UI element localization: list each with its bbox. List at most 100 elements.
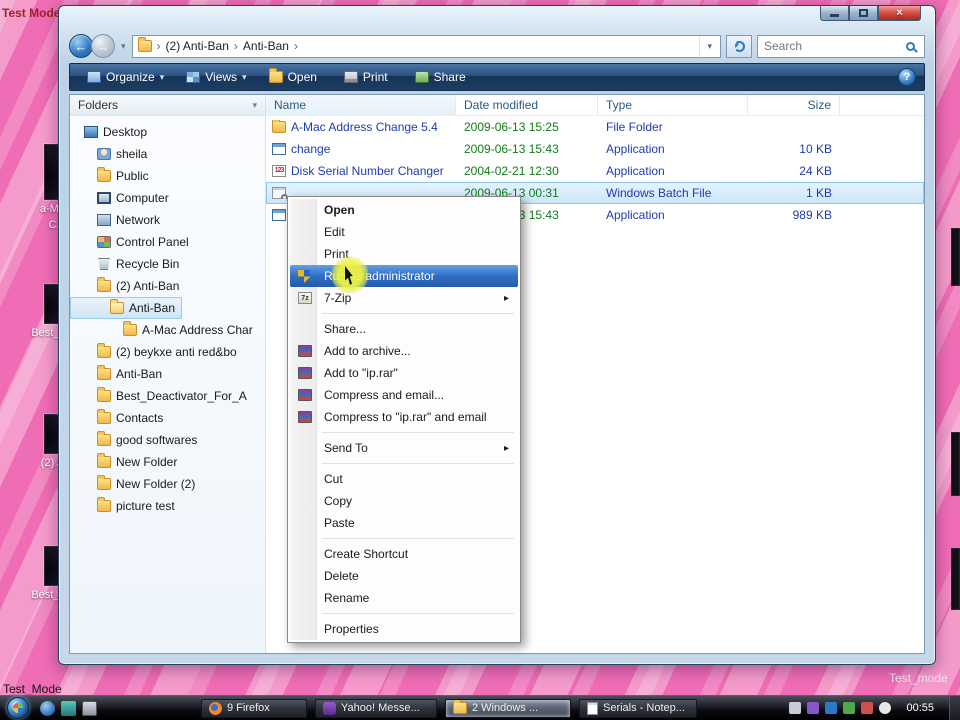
context-menu-item[interactable]: 7-Zip ▸ (290, 287, 518, 309)
search-input[interactable] (764, 39, 902, 53)
tree-item[interactable]: New Folder (2) (70, 473, 202, 495)
file-icon (272, 143, 286, 155)
folders-collapse-icon[interactable]: ▾ (252, 100, 257, 111)
tree-item[interactable]: Control Panel (70, 231, 196, 253)
file-size: 10 KB (748, 142, 840, 156)
toolbar-button[interactable]: Open (260, 67, 331, 87)
quick-launch-icon[interactable] (40, 701, 55, 716)
context-menu-item[interactable]: Add to archive... (290, 340, 518, 362)
taskbar-clock: 00:55 (897, 702, 943, 714)
context-menu-item[interactable]: Cut (290, 468, 518, 490)
breadcrumb[interactable]: › (2) Anti-Ban › Anti-Ban › ▾ (132, 35, 721, 58)
help-button[interactable]: ? (898, 68, 916, 86)
context-menu-item[interactable]: Properties (290, 618, 518, 640)
tree-item[interactable]: (2) beykxe anti red&bo (70, 341, 244, 363)
quick-launch-icon[interactable] (61, 701, 76, 716)
recent-pages-dropdown-icon[interactable]: ▾ (121, 41, 126, 52)
tree-item[interactable]: Public (70, 165, 156, 187)
tree-item[interactable]: picture test (70, 495, 182, 517)
context-menu-item[interactable]: Run as administrator (290, 265, 518, 287)
folders-pane-header[interactable]: Folders ▾ (70, 95, 265, 116)
menu-item-label: Share... (324, 322, 366, 336)
tree-item[interactable]: Contacts (70, 407, 170, 429)
tray-icon[interactable] (861, 702, 873, 714)
tray-icon[interactable] (843, 702, 855, 714)
breadcrumb-item[interactable]: (2) Anti-Ban (166, 39, 229, 53)
tree-item[interactable]: Recycle Bin (70, 253, 186, 275)
tree-item-icon (97, 368, 111, 380)
toolbar-button[interactable]: Print (335, 67, 402, 87)
tree-item[interactable]: Anti-Ban (70, 363, 169, 385)
context-menu-item[interactable]: Compress and email... (290, 384, 518, 406)
toolbar-button[interactable]: Organize ▾ (78, 67, 173, 87)
tree-item-icon (97, 170, 111, 182)
caption-buttons: × (820, 6, 921, 21)
address-bar: ← → ▾ › (2) Anti-Ban › Anti-Ban › ▾ (69, 32, 925, 60)
context-menu-item[interactable]: Print (290, 243, 518, 265)
context-menu-item[interactable]: Open (290, 199, 518, 221)
file-row[interactable]: A-Mac Address Change 5.4 2009-06-13 15:2… (266, 116, 924, 138)
tree-item[interactable]: Network (70, 209, 167, 231)
tree-item[interactable]: (2) Anti-Ban (70, 275, 186, 297)
tree-item[interactable]: A-Mac Address Char (70, 319, 260, 341)
close-button[interactable]: × (878, 6, 921, 21)
tray-icon[interactable] (789, 702, 801, 714)
tree-item-icon (97, 456, 111, 468)
taskbar-button[interactable]: Yahoo! Messe... (315, 699, 437, 718)
tree-item-icon (84, 126, 98, 138)
breadcrumb-item[interactable]: Anti-Ban (243, 39, 289, 53)
file-type: Application (598, 142, 748, 156)
minimize-button[interactable] (820, 6, 849, 21)
column-header-name[interactable]: Name (266, 95, 456, 115)
tray-icon[interactable] (825, 702, 837, 714)
column-header-type[interactable]: Type (598, 95, 748, 115)
context-menu-item[interactable]: Copy (290, 490, 518, 512)
context-menu-item[interactable]: Share... (290, 318, 518, 340)
tree-item[interactable]: Best_Deactivator_For_A (70, 385, 254, 407)
context-menu-item[interactable]: Create Shortcut (290, 543, 518, 565)
context-menu-item[interactable]: Rename (290, 587, 518, 609)
tree-item[interactable]: good softwares (70, 429, 204, 451)
menu-item-icon (298, 570, 312, 582)
start-button[interactable] (7, 697, 29, 719)
taskbar-button[interactable]: Serials - Notep... (579, 699, 697, 718)
toolbar-button[interactable]: Views ▾ (177, 67, 255, 87)
maximize-button[interactable] (849, 6, 878, 21)
context-menu-item[interactable]: Send To ▸ (290, 437, 518, 459)
taskbar-button[interactable]: 9 Firefox (201, 699, 307, 718)
context-menu-item[interactable]: Compress to "ip.rar" and email (290, 406, 518, 428)
column-header-size[interactable]: Size (748, 95, 840, 115)
address-dropdown-icon[interactable]: ▾ (699, 36, 715, 57)
tree-item-icon (97, 192, 111, 204)
context-menu-item[interactable]: Delete (290, 565, 518, 587)
taskbar-button[interactable]: 2 Windows ... (445, 699, 571, 718)
show-desktop-button[interactable] (949, 696, 960, 720)
file-row[interactable]: change 2009-06-13 15:43 Application 10 K… (266, 138, 924, 160)
back-button[interactable]: ← (69, 34, 93, 58)
toolbar-button-icon (415, 71, 429, 83)
menu-item-icon (298, 292, 312, 304)
tree-item-icon (97, 390, 111, 402)
context-menu-item[interactable]: Paste (290, 512, 518, 534)
tray-icon[interactable] (879, 702, 891, 714)
context-menu-item[interactable]: Add to "ip.rar" (290, 362, 518, 384)
menu-item-icon (298, 367, 312, 379)
tree-item[interactable]: Anti-Ban (70, 297, 182, 319)
tree-item[interactable]: New Folder (70, 451, 184, 473)
tree-item-label: sheila (116, 147, 147, 161)
context-menu-item[interactable]: Edit (290, 221, 518, 243)
quick-launch-icon[interactable] (82, 701, 97, 716)
tree-item[interactable]: Computer (70, 187, 176, 209)
tray-icon[interactable] (807, 702, 819, 714)
menu-item-label: Rename (324, 591, 369, 605)
file-type: Application (598, 164, 748, 178)
refresh-icon (734, 41, 745, 52)
column-header-date[interactable]: Date modified (456, 95, 598, 115)
file-row[interactable]: Disk Serial Number Changer 2004-02-21 12… (266, 160, 924, 182)
forward-button[interactable]: → (91, 34, 115, 58)
toolbar-button[interactable]: Share (406, 67, 480, 87)
tree-item[interactable]: Desktop (70, 121, 154, 143)
tree-item-icon (97, 412, 111, 424)
tree-item[interactable]: sheila (70, 143, 154, 165)
refresh-button[interactable] (726, 35, 752, 58)
